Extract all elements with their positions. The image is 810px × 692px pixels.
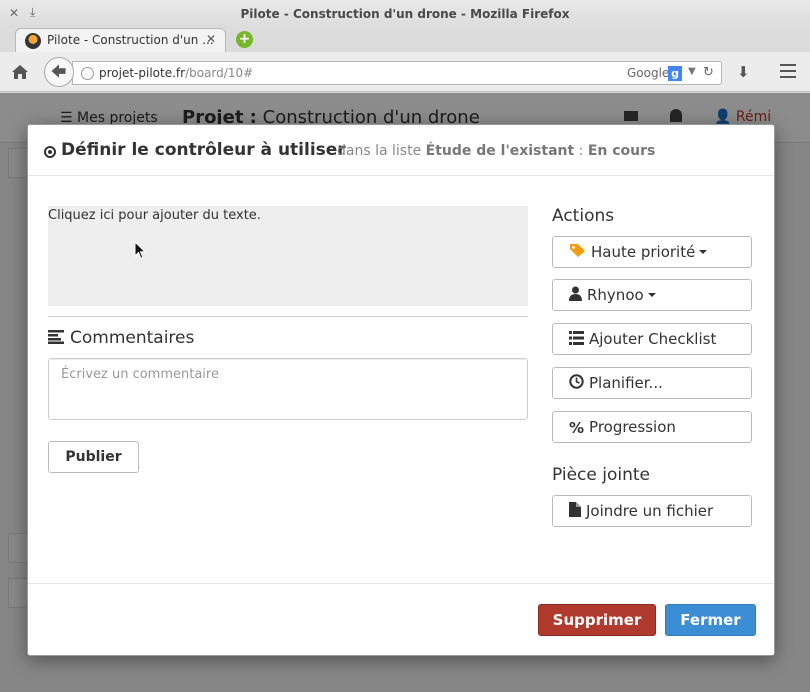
attachment-heading: Pièce jointe (552, 465, 651, 485)
percent-icon: % (569, 418, 585, 437)
new-tab-icon[interactable]: + (236, 31, 253, 48)
list-icon (569, 331, 584, 345)
google-icon[interactable]: g (668, 66, 682, 81)
mouse-cursor-icon (134, 241, 146, 260)
delete-button[interactable]: Supprimer (538, 604, 656, 636)
tab-strip: Pilote - Construction d'un ... ✕ + (0, 28, 810, 52)
back-button[interactable] (44, 57, 74, 87)
card-title[interactable]: Définir le contrôleur à utiliser (61, 140, 346, 160)
file-icon (569, 502, 581, 517)
hamburger-menu-icon[interactable] (780, 64, 796, 78)
description-area[interactable]: Cliquez ici pour ajouter du texte. (48, 206, 528, 306)
status-label: En cours (587, 143, 656, 159)
tab-title: Pilote - Construction d'un ... (47, 33, 214, 47)
address-bar[interactable]: projet-pilote.fr/board/10# Google g ▼ ↻ (72, 61, 722, 85)
schedule-button[interactable]: Planifier... (552, 367, 752, 399)
assignee-button[interactable]: Rhynoo (552, 279, 752, 311)
home-icon[interactable] (11, 63, 29, 81)
actions-heading: Actions (552, 206, 615, 226)
priority-button[interactable]: Haute priorité (552, 236, 752, 268)
progress-button[interactable]: % Progression (552, 411, 752, 443)
globe-icon (81, 67, 94, 80)
browser-tab[interactable]: Pilote - Construction d'un ... ✕ (15, 28, 226, 52)
align-left-icon (48, 330, 64, 344)
tab-close-icon[interactable]: ✕ (206, 32, 216, 46)
card-modal: Définir le contrôleur à utiliser dans la… (27, 124, 775, 656)
url-text[interactable]: projet-pilote.fr/board/10# (99, 66, 253, 80)
reload-icon[interactable]: ↻ (703, 65, 714, 80)
target-icon (44, 146, 56, 158)
site-favicon-icon (25, 33, 41, 49)
window-titlebar: ✕ ⤓ Pilote - Construction d'un drone - M… (0, 0, 810, 28)
description-placeholder: Cliquez ici pour ajouter du texte. (48, 208, 261, 223)
close-button[interactable]: Fermer (665, 604, 756, 636)
clock-icon (569, 374, 584, 389)
download-icon[interactable]: ⬇ (737, 63, 750, 81)
navigation-bar: projet-pilote.fr/board/10# Google g ▼ ↻ … (0, 52, 810, 92)
search-engine-label: Google (627, 66, 670, 80)
url-dropdown-icon[interactable]: ▼ (688, 66, 696, 77)
back-arrow-icon (51, 64, 66, 78)
window-close-icon[interactable]: ✕ (9, 6, 19, 20)
caret-down-icon (699, 250, 708, 254)
window-minimize-icon[interactable]: ⤓ (30, 5, 35, 20)
window-title: Pilote - Construction d'un drone - Mozil… (240, 7, 570, 21)
comments-heading: Commentaires (48, 328, 194, 348)
modal-footer: Supprimer Fermer (28, 583, 774, 655)
user-icon (569, 286, 582, 301)
add-checklist-button[interactable]: Ajouter Checklist (552, 323, 752, 355)
publish-button[interactable]: Publier (48, 441, 139, 473)
caret-down-icon (647, 293, 656, 297)
attach-file-button[interactable]: Joindre un fichier (552, 495, 752, 527)
tag-icon (570, 244, 585, 257)
card-context: dans la liste Étude de l'existant : En c… (337, 143, 656, 159)
comment-input[interactable] (48, 358, 528, 420)
divider (48, 316, 528, 317)
modal-header: Définir le contrôleur à utiliser dans la… (28, 125, 774, 176)
list-name: Étude de l'existant (425, 143, 575, 159)
